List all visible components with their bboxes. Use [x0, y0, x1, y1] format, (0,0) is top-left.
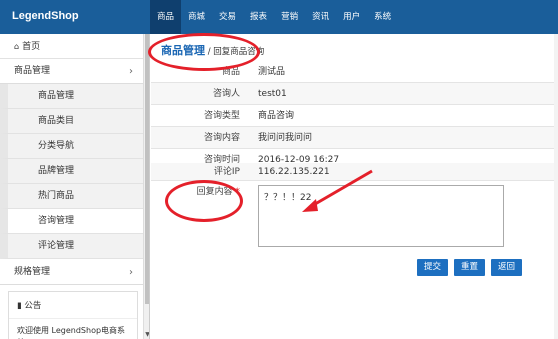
- nav-item-news[interactable]: 资讯: [305, 0, 336, 34]
- logo: LegendShop: [12, 10, 79, 22]
- sidebar-item-category[interactable]: 商品类目: [0, 109, 143, 134]
- sidebar: ⌂ 首页 商品管理 › 商品管理 商品类目 分类导航 品牌管理 热门商品 咨询管理…: [0, 34, 150, 339]
- sidebar-item-home[interactable]: ⌂ 首页: [0, 34, 143, 59]
- nav-item-trade[interactable]: 交易: [212, 0, 243, 34]
- field-label: 商品: [221, 67, 240, 77]
- sidebar-group-spec[interactable]: 规格管理 ›: [0, 260, 143, 285]
- sidebar-item-comment[interactable]: 评论管理: [0, 234, 143, 259]
- required-mark: *: [235, 187, 241, 197]
- field-label: 咨询人: [212, 89, 240, 99]
- nav-item-goods[interactable]: 商品: [150, 0, 182, 34]
- reply-textarea[interactable]: ？？！！22: [258, 185, 504, 247]
- notice-panel: ▮ 公告 欢迎使用 LegendShop电商系统: [8, 291, 138, 339]
- nav-item-system[interactable]: 系统: [367, 0, 398, 34]
- submit-button[interactable]: 提交: [417, 259, 448, 276]
- nav-item-marketing[interactable]: 营销: [274, 0, 305, 34]
- sidebar-item-goods-manage[interactable]: 商品管理: [0, 84, 143, 109]
- breadcrumb: 商品管理 / 回复商品咨询: [161, 42, 264, 58]
- form-row-goods: 商品 测试品: [151, 61, 554, 83]
- sidebar-item-hot[interactable]: 热门商品: [0, 184, 143, 209]
- form-row-asker: 咨询人 test01: [151, 83, 554, 105]
- nav-item-mall[interactable]: 商城: [181, 0, 212, 34]
- bookmark-icon: ▮: [17, 301, 22, 311]
- chevron-right-icon: ›: [129, 66, 133, 77]
- field-value: 测试品: [258, 67, 286, 77]
- top-navbar: LegendShop 商品 商城 交易 报表 营销 资讯 用户 系统: [0, 0, 558, 34]
- main-scrollbar[interactable]: [554, 34, 558, 339]
- field-label: 评论IP: [213, 167, 240, 177]
- field-value: 商品咨询: [258, 111, 295, 121]
- nav-item-report[interactable]: 报表: [243, 0, 274, 34]
- notice-title: 公告: [24, 301, 42, 311]
- field-value: test01: [258, 89, 287, 99]
- notice-text: 欢迎使用 LegendShop电商系统: [17, 326, 126, 339]
- main-nav: 商品 商城 交易 报表 营销 资讯 用户 系统: [150, 0, 398, 34]
- sidebar-item-nav[interactable]: 分类导航: [0, 134, 143, 159]
- field-value: 116.22.135.221: [258, 167, 330, 177]
- sidebar-home-label: 首页: [22, 42, 41, 52]
- nav-item-users[interactable]: 用户: [336, 0, 367, 34]
- chevron-right-icon: ›: [129, 267, 133, 278]
- sidebar-item-brand[interactable]: 品牌管理: [0, 159, 143, 184]
- scrollbar-thumb[interactable]: [145, 34, 149, 304]
- sidebar-item-consult[interactable]: 咨询管理: [0, 209, 143, 234]
- field-value: 我问问我问问: [258, 133, 313, 143]
- breadcrumb-main[interactable]: 商品管理: [161, 44, 205, 57]
- scroll-down-icon[interactable]: ▼: [144, 331, 149, 338]
- main-content: 商品管理 / 回复商品咨询 商品 测试品 咨询人 test01 咨询类型 商品咨…: [151, 34, 558, 339]
- sidebar-group-label: 商品管理: [14, 66, 51, 76]
- form-row-type: 咨询类型 商品咨询: [151, 105, 554, 127]
- reply-label: 回复内容: [196, 187, 233, 197]
- back-button[interactable]: 返回: [491, 259, 522, 276]
- home-icon: ⌂: [14, 42, 20, 51]
- field-label: 咨询类型: [203, 111, 240, 121]
- sidebar-scrollbar[interactable]: ▼: [143, 34, 149, 339]
- breadcrumb-current: 回复商品咨询: [213, 47, 265, 57]
- reset-button[interactable]: 重置: [454, 259, 485, 276]
- sidebar-group-label: 规格管理: [14, 267, 51, 277]
- sidebar-group-goods[interactable]: 商品管理 ›: [0, 59, 143, 84]
- form-row-content: 咨询内容 我问问我问问: [151, 127, 554, 149]
- field-label: 咨询内容: [203, 133, 240, 143]
- form-row-reply: 回复内容 * ？？！！22: [151, 179, 554, 254]
